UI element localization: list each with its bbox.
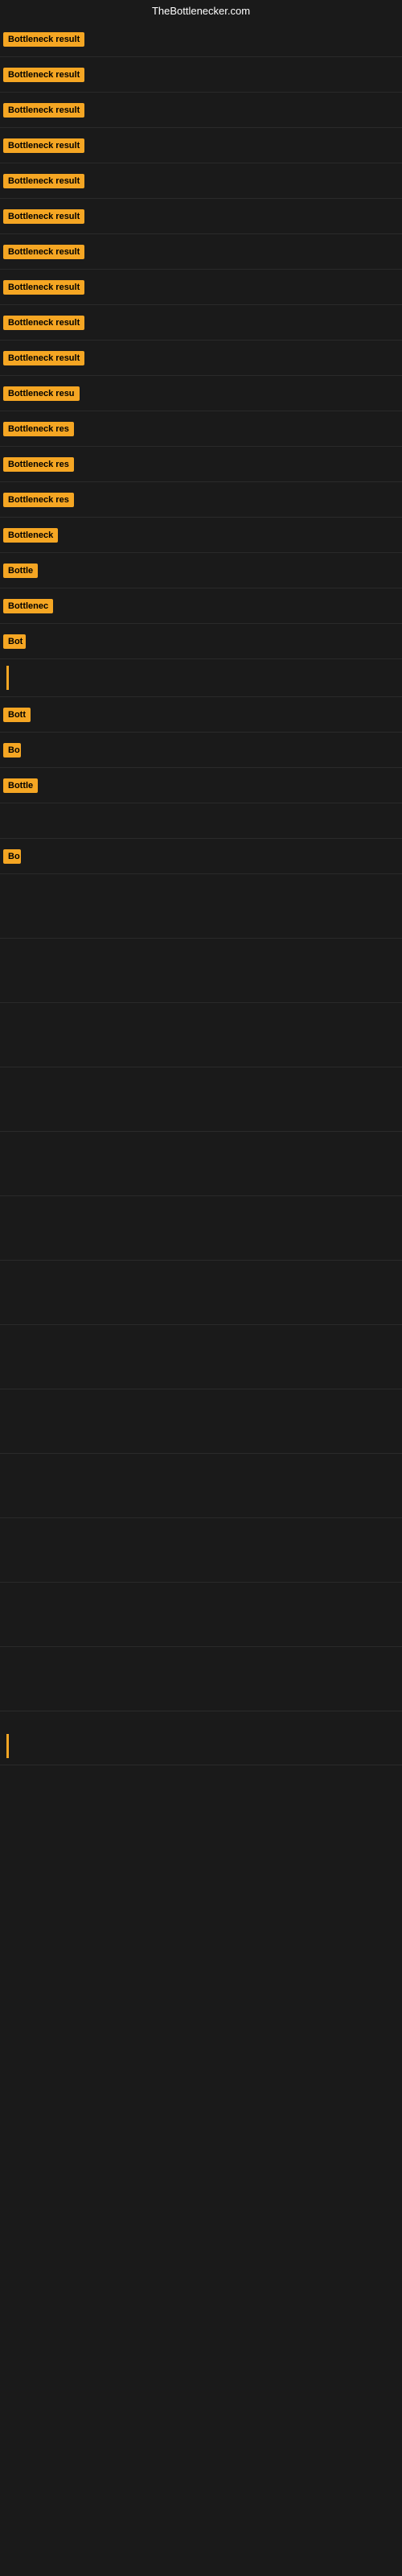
list-item: Bottleneck res bbox=[0, 482, 402, 518]
list-item bbox=[0, 1325, 402, 1389]
list-item bbox=[0, 1389, 402, 1454]
list-item: Bottleneck result bbox=[0, 57, 402, 93]
bottleneck-badge-18[interactable]: Bot bbox=[3, 634, 26, 649]
list-item bbox=[0, 1728, 402, 1765]
bottleneck-badge-7[interactable]: Bottleneck result bbox=[3, 245, 84, 259]
bottleneck-badge-15[interactable]: Bottleneck bbox=[3, 528, 58, 543]
bottleneck-badge-22[interactable]: Bottle bbox=[3, 778, 38, 793]
list-item: Bottle bbox=[0, 768, 402, 803]
bottleneck-badge-2[interactable]: Bottleneck result bbox=[3, 68, 84, 82]
list-item: Bottleneck result bbox=[0, 341, 402, 376]
list-item: Bottleneck res bbox=[0, 411, 402, 447]
bottleneck-badge-10[interactable]: Bottleneck result bbox=[3, 351, 84, 365]
list-item: Bot bbox=[0, 624, 402, 659]
bottleneck-badge-14[interactable]: Bottleneck res bbox=[3, 493, 74, 507]
bottleneck-badge-8[interactable]: Bottleneck result bbox=[3, 280, 84, 295]
list-item: Bottle bbox=[0, 553, 402, 588]
bottleneck-badge-6[interactable]: Bottleneck result bbox=[3, 209, 84, 224]
list-item bbox=[0, 939, 402, 1003]
bottleneck-badge-16[interactable]: Bottle bbox=[3, 564, 38, 578]
bottleneck-badge-20[interactable]: Bott bbox=[3, 708, 31, 722]
list-item bbox=[0, 1067, 402, 1132]
list-item: Bottleneck result bbox=[0, 270, 402, 305]
list-item: Bottleneck result bbox=[0, 163, 402, 199]
bottleneck-badge-21[interactable]: Bo bbox=[3, 743, 21, 758]
bottleneck-badge-13[interactable]: Bottleneck res bbox=[3, 457, 74, 472]
bottleneck-badge-11[interactable]: Bottleneck resu bbox=[3, 386, 80, 401]
list-item bbox=[0, 1647, 402, 1711]
list-item bbox=[0, 1132, 402, 1196]
list-item bbox=[0, 1261, 402, 1325]
vertical-line-indicator bbox=[6, 666, 9, 690]
bottleneck-badge-9[interactable]: Bottleneck result bbox=[3, 316, 84, 330]
bottleneck-badge-24[interactable]: Bo bbox=[3, 849, 21, 864]
list-item bbox=[0, 659, 402, 697]
list-item: Bottleneck result bbox=[0, 305, 402, 341]
list-item: Bottleneck resu bbox=[0, 376, 402, 411]
list-item bbox=[0, 803, 402, 839]
bottleneck-badge-4[interactable]: Bottleneck result bbox=[3, 138, 84, 153]
bottleneck-badge-5[interactable]: Bottleneck result bbox=[3, 174, 84, 188]
list-item: Bottleneck result bbox=[0, 234, 402, 270]
list-item bbox=[0, 1196, 402, 1261]
bottleneck-badge-17[interactable]: Bottlenec bbox=[3, 599, 53, 613]
list-item: Bottlenec bbox=[0, 588, 402, 624]
list-item bbox=[0, 1583, 402, 1647]
list-item: Bott bbox=[0, 697, 402, 733]
list-item bbox=[0, 874, 402, 939]
list-item: Bo bbox=[0, 733, 402, 768]
list-item bbox=[0, 1003, 402, 1067]
bottleneck-badge-3[interactable]: Bottleneck result bbox=[3, 103, 84, 118]
list-item: Bottleneck result bbox=[0, 128, 402, 163]
site-title: TheBottlenecker.com bbox=[0, 0, 402, 22]
list-item bbox=[0, 1454, 402, 1518]
vertical-line-indicator-bottom bbox=[6, 1734, 9, 1758]
list-item bbox=[0, 1518, 402, 1583]
bottleneck-badge-12[interactable]: Bottleneck res bbox=[3, 422, 74, 436]
list-item: Bottleneck result bbox=[0, 93, 402, 128]
bottleneck-badge-1[interactable]: Bottleneck result bbox=[3, 32, 84, 47]
list-item: Bottleneck result bbox=[0, 199, 402, 234]
list-item: Bottleneck result bbox=[0, 22, 402, 57]
list-item: Bottleneck res bbox=[0, 447, 402, 482]
list-item: Bo bbox=[0, 839, 402, 874]
list-item: Bottleneck bbox=[0, 518, 402, 553]
